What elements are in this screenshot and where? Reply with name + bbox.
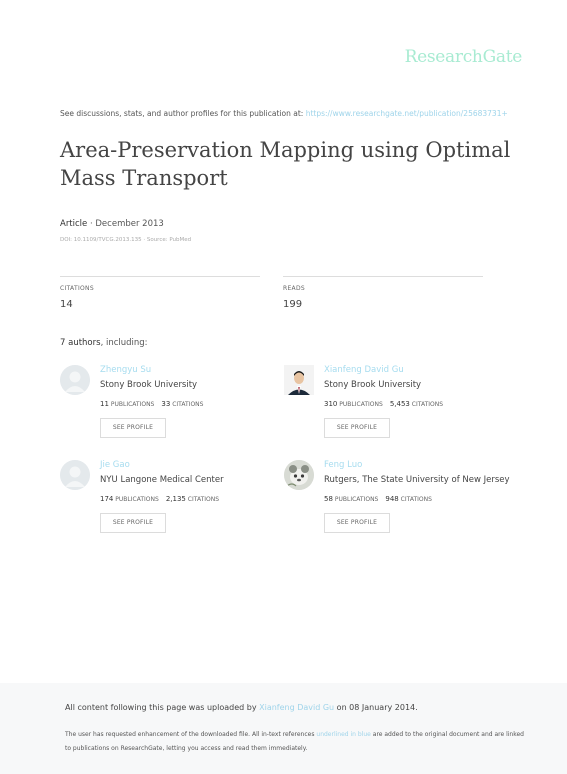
discussion-text: See discussions, stats, and author profi…	[60, 109, 306, 118]
see-profile-button[interactable]: SEE PROFILE	[100, 418, 166, 438]
photo[interactable]	[284, 460, 314, 490]
publication-url-link[interactable]: https://www.researchgate.net/publication…	[306, 109, 508, 118]
citations-label: CITATIONS	[172, 401, 204, 408]
portrait-photo[interactable]	[284, 365, 314, 395]
publications-label: PUBLICATIONS	[115, 496, 159, 503]
citations-count: 33	[161, 400, 171, 408]
author-name-link[interactable]: Zhengyu Su	[100, 365, 151, 375]
placeholder-avatar-icon[interactable]	[60, 460, 90, 490]
see-profile-button[interactable]: SEE PROFILE	[324, 418, 390, 438]
citations-stat: CITATIONS 14	[60, 276, 260, 310]
publications-count: 310	[324, 400, 338, 408]
article-type: Article	[60, 219, 88, 229]
citations-value: 14	[60, 299, 73, 310]
article-title: Area-Preservation Mapping using Optimal …	[60, 138, 511, 190]
publications-count: 11	[100, 400, 109, 408]
citations-count: 5,453	[389, 400, 410, 408]
researchgate-logo[interactable]: ResearchGate	[400, 47, 523, 67]
citations-label: CITATIONS	[400, 496, 432, 503]
note-prefix: The user has requested enhancement of th…	[65, 731, 317, 738]
publications-count: 174	[100, 495, 114, 503]
reads-value: 199	[283, 299, 303, 310]
reads-stat: READS 199	[283, 276, 483, 310]
authors-heading: 7 authors, including:	[60, 338, 148, 348]
author-institution: Stony Brook University	[100, 380, 198, 390]
citations-label: CITATIONS	[60, 285, 94, 292]
publications-label: PUBLICATIONS	[334, 496, 379, 503]
publications-label: PUBLICATIONS	[339, 401, 383, 408]
discussion-line: See discussions, stats, and author profi…	[60, 109, 530, 118]
upload-notice: All content following this page was uplo…	[65, 703, 418, 712]
article-date: December 2013	[95, 219, 164, 229]
download-footer: All content following this page was uplo…	[0, 683, 567, 774]
enhancement-note: The user has requested enhancement of th…	[65, 728, 530, 756]
note-link[interactable]: underlined in blue	[316, 731, 370, 738]
author-stats: 58 PUBLICATIONS 948 CITATIONS	[324, 495, 432, 503]
citations-count: 2,135	[165, 495, 186, 503]
author-stats: 310 PUBLICATIONS 5,453 CITATIONS	[324, 400, 443, 408]
author-institution: Stony Brook University	[324, 380, 422, 390]
citations-count: 948	[385, 495, 399, 503]
publications-count: 58	[324, 495, 333, 503]
authors-suffix: , including:	[100, 338, 148, 348]
see-profile-button[interactable]: SEE PROFILE	[100, 513, 166, 533]
authors-count: 7 authors	[60, 338, 101, 348]
article-meta: Article · December 2013	[60, 219, 164, 229]
author-card: Zhengyu Su Stony Brook University 11 PUB…	[60, 365, 290, 445]
doi-source: DOI: 10.1109/TVCG.2013.135 · Source: Pub…	[60, 237, 192, 243]
author-institution: Rutgers, The State University of New Jer…	[324, 475, 510, 485]
author-stats: 11 PUBLICATIONS 33 CITATIONS	[100, 400, 203, 408]
see-profile-button[interactable]: SEE PROFILE	[324, 513, 390, 533]
citations-label: CITATIONS	[187, 496, 220, 503]
author-name-link[interactable]: Feng Luo	[324, 460, 362, 470]
author-name-link[interactable]: Jie Gao	[100, 460, 130, 470]
upload-suffix: on 08 January 2014.	[334, 703, 418, 712]
author-card: Jie Gao NYU Langone Medical Center 174 P…	[60, 460, 290, 540]
placeholder-avatar-icon[interactable]	[60, 365, 90, 395]
publications-label: PUBLICATIONS	[110, 401, 155, 408]
author-name-link[interactable]: Xianfeng David Gu	[324, 365, 404, 375]
author-institution: NYU Langone Medical Center	[100, 475, 224, 485]
author-stats: 174 PUBLICATIONS 2,135 CITATIONS	[100, 495, 219, 503]
author-card: Feng Luo Rutgers, The State University o…	[284, 460, 514, 540]
author-card: Xianfeng David Gu Stony Brook University…	[284, 365, 514, 445]
upload-prefix: All content following this page was uplo…	[65, 703, 260, 712]
citations-label: CITATIONS	[411, 401, 444, 408]
reads-label: READS	[283, 285, 305, 292]
uploader-link[interactable]: Xianfeng David Gu	[259, 703, 334, 712]
